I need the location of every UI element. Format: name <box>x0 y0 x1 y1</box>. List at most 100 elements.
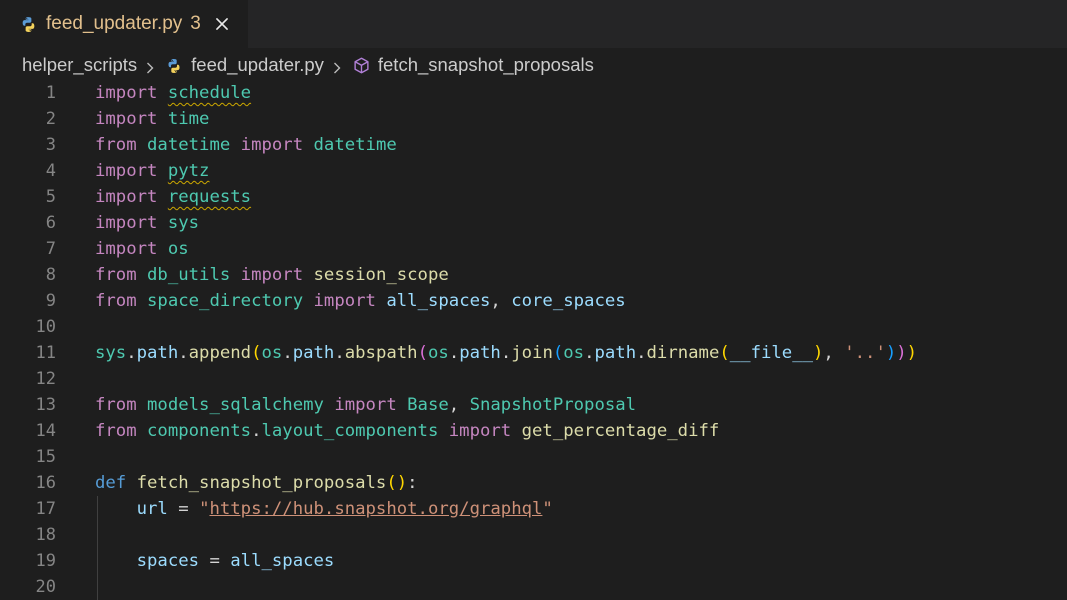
code-text: import schedule <box>95 80 251 106</box>
keyword-import: import <box>313 291 376 311</box>
module-name: schedule <box>167 83 252 103</box>
variable: spaces <box>136 551 200 571</box>
comma: , <box>823 343 845 363</box>
module-name: sys <box>167 213 200 233</box>
variable: url <box>136 499 168 519</box>
paren: ) <box>813 343 824 363</box>
line-number: 15 <box>35 447 56 467</box>
line-number: 7 <box>45 239 56 259</box>
colon: : <box>407 473 418 493</box>
code-text: from datetime import datetime <box>95 132 397 158</box>
imported-name: Base <box>407 395 449 415</box>
line-number: 4 <box>45 161 56 181</box>
breadcrumb-symbol[interactable]: fetch_snapshot_proposals <box>378 54 594 76</box>
dot: . <box>251 421 262 441</box>
code-line: 15 <box>0 444 1067 470</box>
line-number: 10 <box>35 317 56 337</box>
line-number: 20 <box>35 577 56 597</box>
code-text: from space_directory import all_spaces, … <box>95 288 626 314</box>
code-text: from db_utils import session_scope <box>95 262 449 288</box>
attribute: path <box>594 343 637 363</box>
code-line: 19 spaces = all_spaces <box>0 548 1067 574</box>
breadcrumb-file[interactable]: feed_updater.py <box>191 54 324 76</box>
line-number: 11 <box>35 343 56 363</box>
dot: . <box>334 343 345 363</box>
line-number: 5 <box>45 187 56 207</box>
code-line: 16 def fetch_snapshot_proposals(): <box>0 470 1067 496</box>
comma: , <box>448 395 460 415</box>
code-text: spaces = all_spaces <box>95 548 335 574</box>
dot: . <box>636 343 647 363</box>
python-file-icon <box>20 16 37 33</box>
breadcrumb-folder[interactable]: helper_scripts <box>22 54 137 76</box>
keyword-import: import <box>95 109 158 129</box>
line-number: 6 <box>45 213 56 233</box>
python-file-icon <box>166 57 182 73</box>
close-icon[interactable] <box>213 15 231 33</box>
keyword-def: def <box>95 473 127 493</box>
tab-feed-updater[interactable]: feed_updater.py 3 <box>0 0 248 48</box>
module-name: os <box>167 239 189 259</box>
editor-window: feed_updater.py 3 helper_scripts feed_up… <box>0 0 1067 600</box>
imported-name: SnapshotProposal <box>469 395 637 415</box>
keyword-from: from <box>95 395 137 415</box>
code-text: import sys <box>95 210 199 236</box>
url-link[interactable]: https://hub.snapshot.org/graphql <box>209 499 542 519</box>
code-line: 1 import schedule <box>0 80 1067 106</box>
keyword-import: import <box>95 187 158 207</box>
keyword-import: import <box>95 239 158 259</box>
dot: . <box>500 343 512 363</box>
module-ref: os <box>261 343 283 363</box>
dunder-file: __file__ <box>729 343 814 363</box>
imported-name: get_percentage_diff <box>521 421 720 441</box>
paren: ( <box>251 343 262 363</box>
code-editor[interactable]: 1 import schedule 2 import time 3 from d… <box>0 80 1067 600</box>
code-line: 7 import os <box>0 236 1067 262</box>
code-line: 10 <box>0 314 1067 340</box>
comma: , <box>490 291 501 311</box>
string-quote: " <box>542 499 553 519</box>
line-number: 3 <box>45 135 56 155</box>
chevron-right-icon <box>331 58 343 74</box>
keyword-import: import <box>240 265 304 285</box>
code-text: from components.layout_components import… <box>95 418 719 444</box>
line-number: 16 <box>35 473 56 493</box>
paren: ) <box>896 343 907 363</box>
paren: ) <box>885 343 897 363</box>
module-name: space_directory <box>147 291 304 311</box>
function-name: fetch_snapshot_proposals <box>136 473 387 493</box>
module-name: components <box>147 421 252 441</box>
code-line: 13 from models_sqlalchemy import Base, S… <box>0 392 1067 418</box>
module-name: layout_components <box>261 421 439 441</box>
imported-name: session_scope <box>313 265 449 285</box>
code-line: 11 sys.path.append(os.path.abspath(os.pa… <box>0 340 1067 366</box>
keyword-import: import <box>95 83 158 103</box>
code-line: 18 <box>0 522 1067 548</box>
line-number: 17 <box>35 499 56 519</box>
imported-name: datetime <box>313 135 397 155</box>
module-name: db_utils <box>147 265 231 285</box>
operator: = <box>167 499 200 519</box>
problems-count-badge: 3 <box>190 13 201 34</box>
module-ref: os <box>563 343 585 363</box>
keyword-from: from <box>95 421 137 441</box>
function-call: join <box>511 343 553 363</box>
keyword-import: import <box>95 161 158 181</box>
code-line: 8 from db_utils import session_scope <box>0 262 1067 288</box>
paren: ( <box>417 343 428 363</box>
module-ref: sys <box>95 343 127 363</box>
code-line: 12 <box>0 366 1067 392</box>
module-ref: os <box>428 343 449 363</box>
line-number: 13 <box>35 395 56 415</box>
line-number: 18 <box>35 525 56 545</box>
code-text: import pytz <box>95 158 209 184</box>
operator: = <box>199 551 231 571</box>
paren: ) <box>906 343 918 363</box>
module-name: datetime <box>147 135 231 155</box>
line-number: 1 <box>45 83 56 103</box>
code-text: import os <box>95 236 189 262</box>
dot: . <box>448 343 460 363</box>
indent-guide <box>97 574 98 600</box>
keyword-import: import <box>334 395 397 415</box>
variable-ref: all_spaces <box>230 551 335 571</box>
